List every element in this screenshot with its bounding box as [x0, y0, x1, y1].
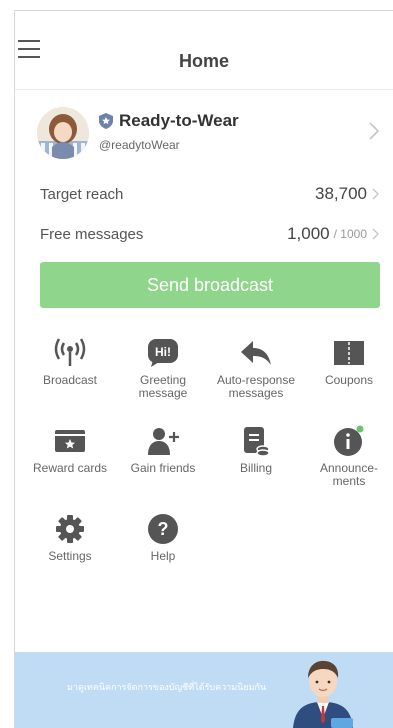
svg-text:Hi!: Hi! [155, 345, 171, 359]
header: Home [15, 11, 393, 89]
menu-item-label: Reward cards [32, 461, 108, 475]
menu-item-greeting-message[interactable]: Hi! Greeting message [123, 336, 203, 400]
menu-item-coupons[interactable]: Coupons [309, 336, 389, 387]
account-handle: @readytoWear [99, 138, 180, 152]
chevron-right-icon [372, 228, 379, 240]
avatar [37, 107, 89, 159]
chevron-right-icon [369, 122, 379, 140]
greeting-icon: Hi! [148, 339, 178, 367]
free-messages-number: 1,000 [287, 224, 330, 243]
account-profile-row[interactable]: Ready-to-Wear @readytoWear [15, 100, 393, 168]
svg-text:?: ? [158, 519, 169, 539]
send-broadcast-button[interactable]: Send broadcast [40, 262, 380, 308]
coupon-icon [334, 341, 364, 365]
target-reach-number: 38,700 [315, 184, 367, 203]
add-friend-icon [148, 428, 179, 455]
menu-item-label: Settings [48, 549, 92, 563]
verified-shield-icon [99, 113, 113, 129]
menu-item-label: Auto-response messages [216, 373, 296, 400]
info-icon [334, 425, 364, 456]
menu-item-label: Gain friends [130, 461, 196, 475]
menu-item-label: Broadcast [42, 373, 98, 387]
chevron-right-icon [372, 188, 379, 200]
menu-item-announcements[interactable]: Announce-ments [309, 424, 389, 488]
menu-item-broadcast[interactable]: Broadcast [30, 336, 110, 387]
banner-text: มาดูเทคนิคการจัดการของบัญชีที่ได้รับความ… [67, 682, 267, 692]
menu-item-label: Help [150, 549, 176, 563]
menu-item-settings[interactable]: Settings [30, 512, 110, 563]
menu-item-gain-friends[interactable]: Gain friends [123, 424, 203, 475]
target-reach-value: 38,700 [315, 184, 379, 204]
page-title: Home [178, 51, 229, 71]
broadcast-icon [54, 338, 86, 366]
menu-item-billing[interactable]: Billing [216, 424, 296, 475]
menu-item-label: Coupons [324, 373, 374, 387]
target-reach-row[interactable]: Target reach 38,700 [40, 182, 379, 206]
account-name: Ready-to-Wear [99, 111, 239, 131]
app-screen: Home Ready-to-Wear @readytoWear Target r… [0, 0, 393, 728]
free-messages-row[interactable]: Free messages 1,000 / 1000 [40, 222, 379, 246]
target-reach-label: Target reach [40, 185, 124, 203]
free-messages-label: Free messages [40, 225, 144, 243]
free-messages-value: 1,000 / 1000 [287, 224, 379, 244]
gear-icon [56, 515, 84, 543]
account-name-label: Ready-to-Wear [119, 111, 239, 130]
menu-item-help[interactable]: ? Help [123, 512, 203, 563]
reply-icon [241, 341, 271, 365]
help-icon: ? [148, 514, 178, 544]
menu-item-label: Announce-ments [319, 461, 379, 488]
menu-item-label: Greeting message [138, 373, 188, 400]
notification-dot [356, 425, 364, 433]
menu-item-reward-cards[interactable]: Reward cards [30, 424, 110, 475]
menu-item-label: Billing [239, 461, 272, 475]
billing-icon [244, 427, 270, 456]
promo-banner[interactable]: มาดูเทคนิคการจัดการของบัญชีที่ได้รับความ… [15, 652, 393, 728]
menu-item-auto-response[interactable]: Auto-response messages [216, 336, 296, 400]
free-messages-total: / 1000 [333, 227, 367, 241]
reward-card-icon [55, 430, 85, 452]
header-divider [15, 89, 393, 90]
businessman-illustration [293, 660, 353, 728]
